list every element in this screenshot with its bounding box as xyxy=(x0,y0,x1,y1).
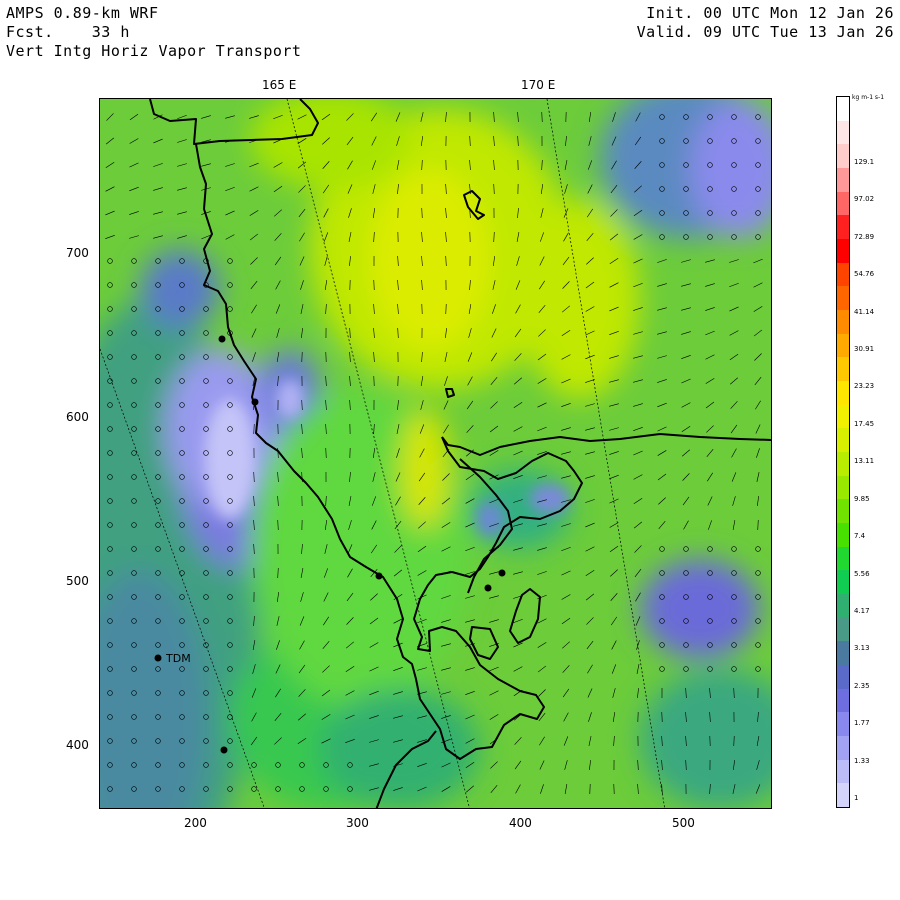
init-time: Init. 00 UTC Mon 12 Jan 26 xyxy=(646,4,894,22)
y-tick-400: 400 xyxy=(66,738,89,752)
colorbar-swatch xyxy=(837,310,849,335)
colorbar-label: 9.85 xyxy=(854,494,870,503)
colorbar-label: 41.14 xyxy=(854,307,875,316)
colorbar-swatch xyxy=(837,381,849,406)
station-dot xyxy=(498,569,506,577)
colorbar xyxy=(836,96,850,808)
map-panel[interactable]: TDM xyxy=(99,98,772,809)
colorbar-label: 129.1 xyxy=(854,158,875,166)
colorbar-label: 1 xyxy=(854,794,859,802)
colorbar-swatch xyxy=(837,546,849,571)
colorbar-swatch xyxy=(837,239,849,264)
colorbar-swatch xyxy=(837,523,849,548)
colorbar-swatch xyxy=(837,452,849,477)
colorbar-label: 72.89 xyxy=(854,232,875,241)
colorbar-label: 30.91 xyxy=(854,345,875,354)
colorbar-label: 54.76 xyxy=(854,270,875,279)
station-dot xyxy=(484,584,492,592)
colorbar-swatch xyxy=(837,333,849,358)
model-title: AMPS 0.89-km WRF xyxy=(6,4,159,22)
colorbar-swatch xyxy=(837,617,849,642)
station-dot xyxy=(220,746,228,754)
lon-label-165e: 165 E xyxy=(262,78,297,92)
colorbar-swatch xyxy=(837,168,849,193)
colorbar-swatch xyxy=(837,144,849,169)
header-right: Init. 00 UTC Mon 12 Jan 26 Valid. 09 UTC… xyxy=(637,4,894,42)
colorbar-swatch xyxy=(837,286,849,311)
y-tick-600: 600 xyxy=(66,410,89,424)
colorbar-swatch xyxy=(837,688,849,713)
colorbar-swatch xyxy=(837,736,849,761)
colorbar-swatch xyxy=(837,262,849,287)
colorbar-swatch xyxy=(837,428,849,453)
header-left: AMPS 0.89-km WRF Fcst. 33 h Vert Intg Ho… xyxy=(6,4,301,61)
colorbar-swatch xyxy=(837,570,849,595)
lon-label-170e: 170 E xyxy=(521,78,556,92)
y-tick-700: 700 xyxy=(66,246,89,260)
y-tick-500: 500 xyxy=(66,574,89,588)
forecast-hour: Fcst. 33 h xyxy=(6,23,130,41)
station-dot xyxy=(251,398,259,406)
x-tick-300: 300 xyxy=(346,816,369,830)
colorbar-label: 2.35 xyxy=(854,681,870,690)
colorbar-label: 23.23 xyxy=(854,382,875,391)
colorbar-label: 17.45 xyxy=(854,419,875,428)
colorbar-label: 3.13 xyxy=(854,644,870,653)
colorbar-swatch xyxy=(837,783,849,808)
x-tick-500: 500 xyxy=(672,816,695,830)
colorbar-label: 13.11 xyxy=(854,457,875,466)
colorbar-swatch xyxy=(837,712,849,737)
colorbar-swatch xyxy=(837,120,849,145)
colorbar-label: 5.56 xyxy=(854,569,870,578)
field-title: Vert Intg Horiz Vapor Transport xyxy=(6,42,302,60)
colorbar-swatch xyxy=(837,641,849,666)
colorbar-label: 4.17 xyxy=(854,606,870,615)
station-dot xyxy=(218,335,226,343)
x-tick-400: 400 xyxy=(509,816,532,830)
colorbar-swatch xyxy=(837,191,849,216)
colorbar-swatch xyxy=(837,759,849,784)
colorbar-swatch xyxy=(837,404,849,429)
station-dot-tdm xyxy=(154,654,162,662)
colorbar-label: 1.77 xyxy=(854,719,870,728)
colorbar-swatch xyxy=(837,475,849,500)
valid-time: Valid. 09 UTC Tue 13 Jan 26 xyxy=(636,23,894,41)
ivt-map: TDM xyxy=(100,99,771,808)
colorbar-swatch xyxy=(837,97,849,122)
station-dot xyxy=(375,572,383,580)
station-label-tdm: TDM xyxy=(165,652,191,665)
colorbar-swatch xyxy=(837,357,849,382)
x-tick-200: 200 xyxy=(184,816,207,830)
colorbar-swatch xyxy=(837,499,849,524)
colorbar-swatch xyxy=(837,665,849,690)
colorbar-units: kg m-1 s-1 xyxy=(852,94,885,101)
colorbar-label: 7.4 xyxy=(854,532,866,541)
colorbar-label: 97.02 xyxy=(854,195,875,204)
colorbar-swatch xyxy=(837,594,849,619)
colorbar-label: 1.33 xyxy=(854,756,870,765)
colorbar-swatch xyxy=(837,215,849,240)
